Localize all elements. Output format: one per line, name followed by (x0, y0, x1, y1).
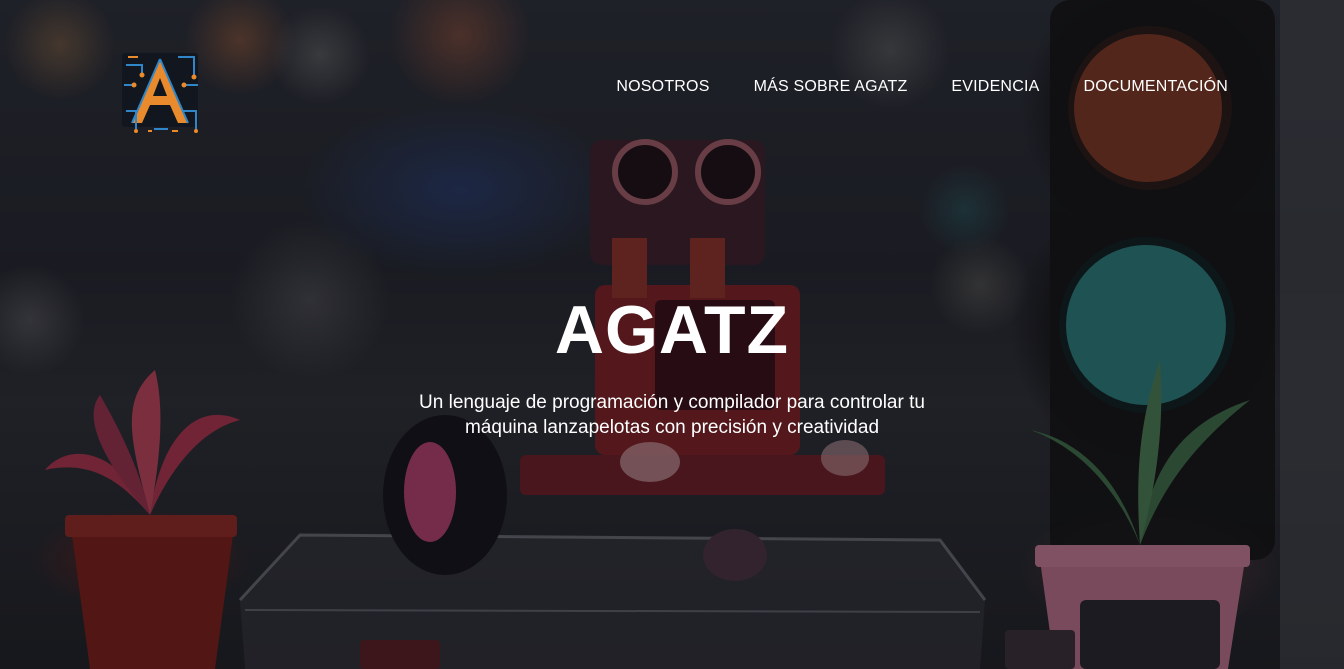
nav-item-mas-sobre-agatz: MÁS SOBRE AGATZ (754, 78, 908, 96)
nav-link-nosotros[interactable]: NOSOTROS (616, 78, 709, 95)
nav-link-evidencia[interactable]: EVIDENCIA (951, 78, 1039, 95)
agatz-logo[interactable] (118, 45, 202, 135)
navbar: NOSOTROS MÁS SOBRE AGATZ EVIDENCIA DOCUM… (0, 0, 1344, 180)
hero-title: AGATZ (554, 292, 790, 368)
nav-link-documentacion[interactable]: DOCUMENTACIÓN (1083, 78, 1228, 95)
hero-content: AGATZ Un lenguaje de programación y comp… (0, 290, 1344, 440)
nav-item-documentacion: DOCUMENTACIÓN (1083, 78, 1228, 96)
hero-section: NOSOTROS MÁS SOBRE AGATZ EVIDENCIA DOCUM… (0, 0, 1344, 669)
hero-subtitle: Un lenguaje de programación y compilador… (419, 392, 925, 438)
nav-item-nosotros: NOSOTROS (616, 78, 709, 96)
nav-link-mas-sobre-agatz[interactable]: MÁS SOBRE AGATZ (754, 78, 908, 95)
agatz-logo-icon (122, 53, 198, 133)
main-nav: NOSOTROS MÁS SOBRE AGATZ EVIDENCIA DOCUM… (616, 78, 1228, 96)
nav-item-evidencia: EVIDENCIA (951, 78, 1039, 96)
